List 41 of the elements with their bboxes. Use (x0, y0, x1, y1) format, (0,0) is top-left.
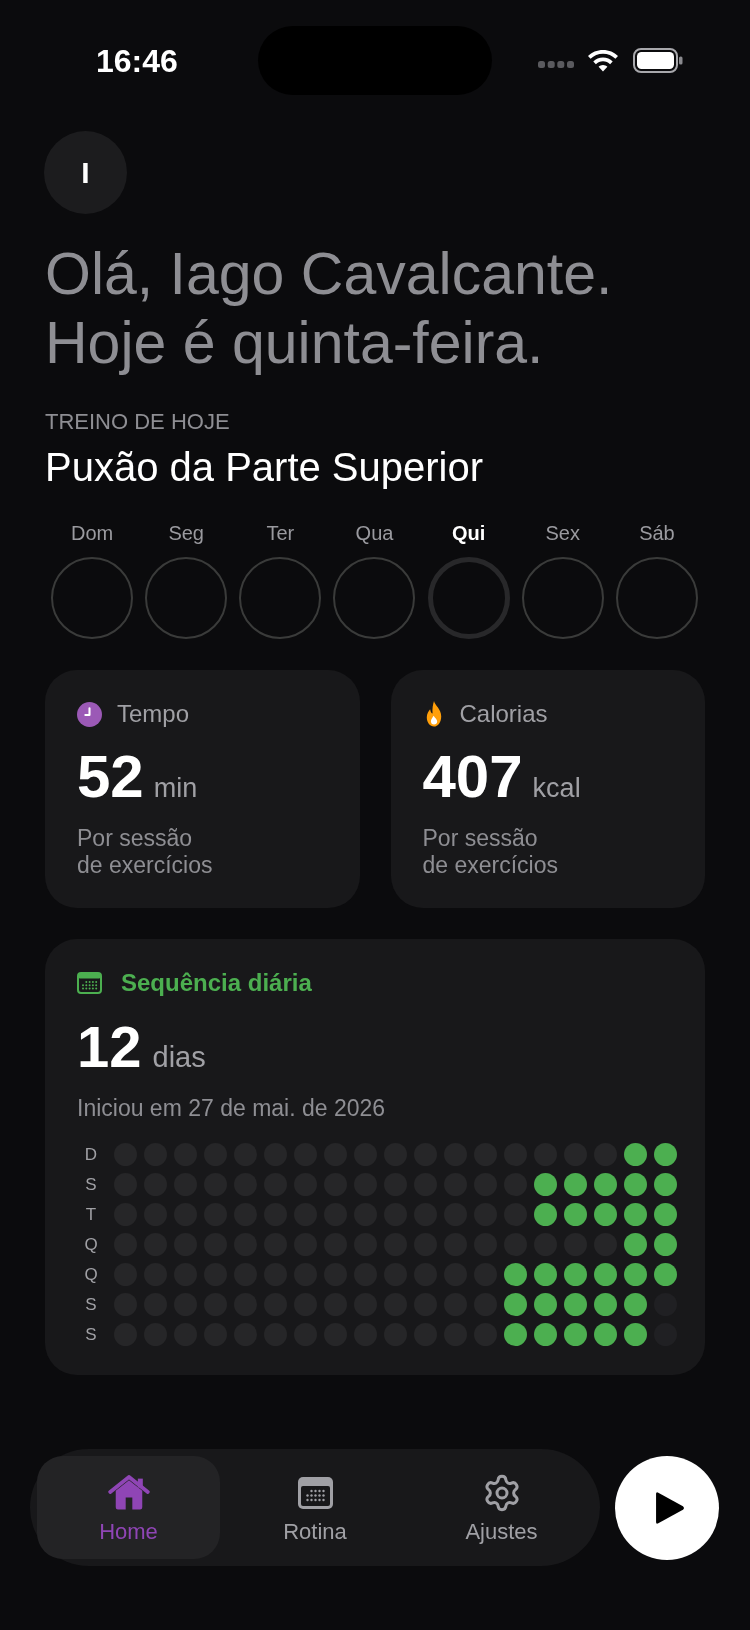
weekday-label: Qui (451, 521, 486, 545)
weekday-label: Sáb (639, 521, 675, 545)
streak-start-date: Iniciou em 27 de mai. de 2026 (77, 1094, 386, 1122)
streak-value: 12 (77, 1018, 142, 1076)
streak-title: Sequência diária (121, 970, 312, 996)
weekday-label: Dom (70, 521, 114, 545)
signal-icon (538, 61, 574, 68)
section-label: TREINO DE HOJE (45, 409, 230, 435)
tab-button[interactable]: Rotina (223, 1456, 407, 1559)
greeting-text: Olá, Iago Cavalcante. Hoje é quinta-feira. (45, 240, 613, 378)
stat-caption: Por sessão de exercícios (77, 825, 213, 879)
calendar-icon (297, 1477, 333, 1509)
wifi-icon (588, 49, 618, 72)
house-icon (107, 1475, 150, 1511)
streak-unit: dias (152, 1041, 206, 1073)
weekday-label: Qua (355, 521, 394, 545)
battery-icon (633, 48, 683, 73)
stat-value: 52 (77, 747, 144, 807)
profile-avatar[interactable]: I (44, 131, 127, 214)
clock-icon (77, 701, 102, 727)
calendar-icon (77, 972, 102, 994)
stat-unit: min (153, 773, 198, 803)
weekday-label: Sex (545, 521, 580, 545)
weekday-initial: D (83, 1144, 99, 1166)
stat-value: 407 (422, 747, 523, 807)
weekday-label: Seg (168, 521, 204, 545)
play-icon (655, 1490, 685, 1525)
workout-title: Puxão da Parte Superior (45, 444, 484, 491)
stat-caption: Por sessão de exercícios (422, 825, 558, 879)
weekday-label: Ter (266, 521, 295, 545)
stat-label: Tempo (117, 700, 190, 728)
tab-button[interactable]: Ajustes (410, 1456, 593, 1559)
weekday-initial: S (84, 1294, 98, 1316)
stat-unit: kcal (532, 773, 581, 803)
weekday-initial: Q (83, 1234, 99, 1256)
weekday-initial: S (84, 1324, 98, 1346)
weekday-initial: Q (83, 1264, 99, 1286)
stat-label: Calorias (459, 700, 548, 728)
status-time: 16:46 (96, 42, 178, 79)
weekday-initial: T (84, 1204, 98, 1226)
weekday-initial: S (84, 1174, 98, 1196)
